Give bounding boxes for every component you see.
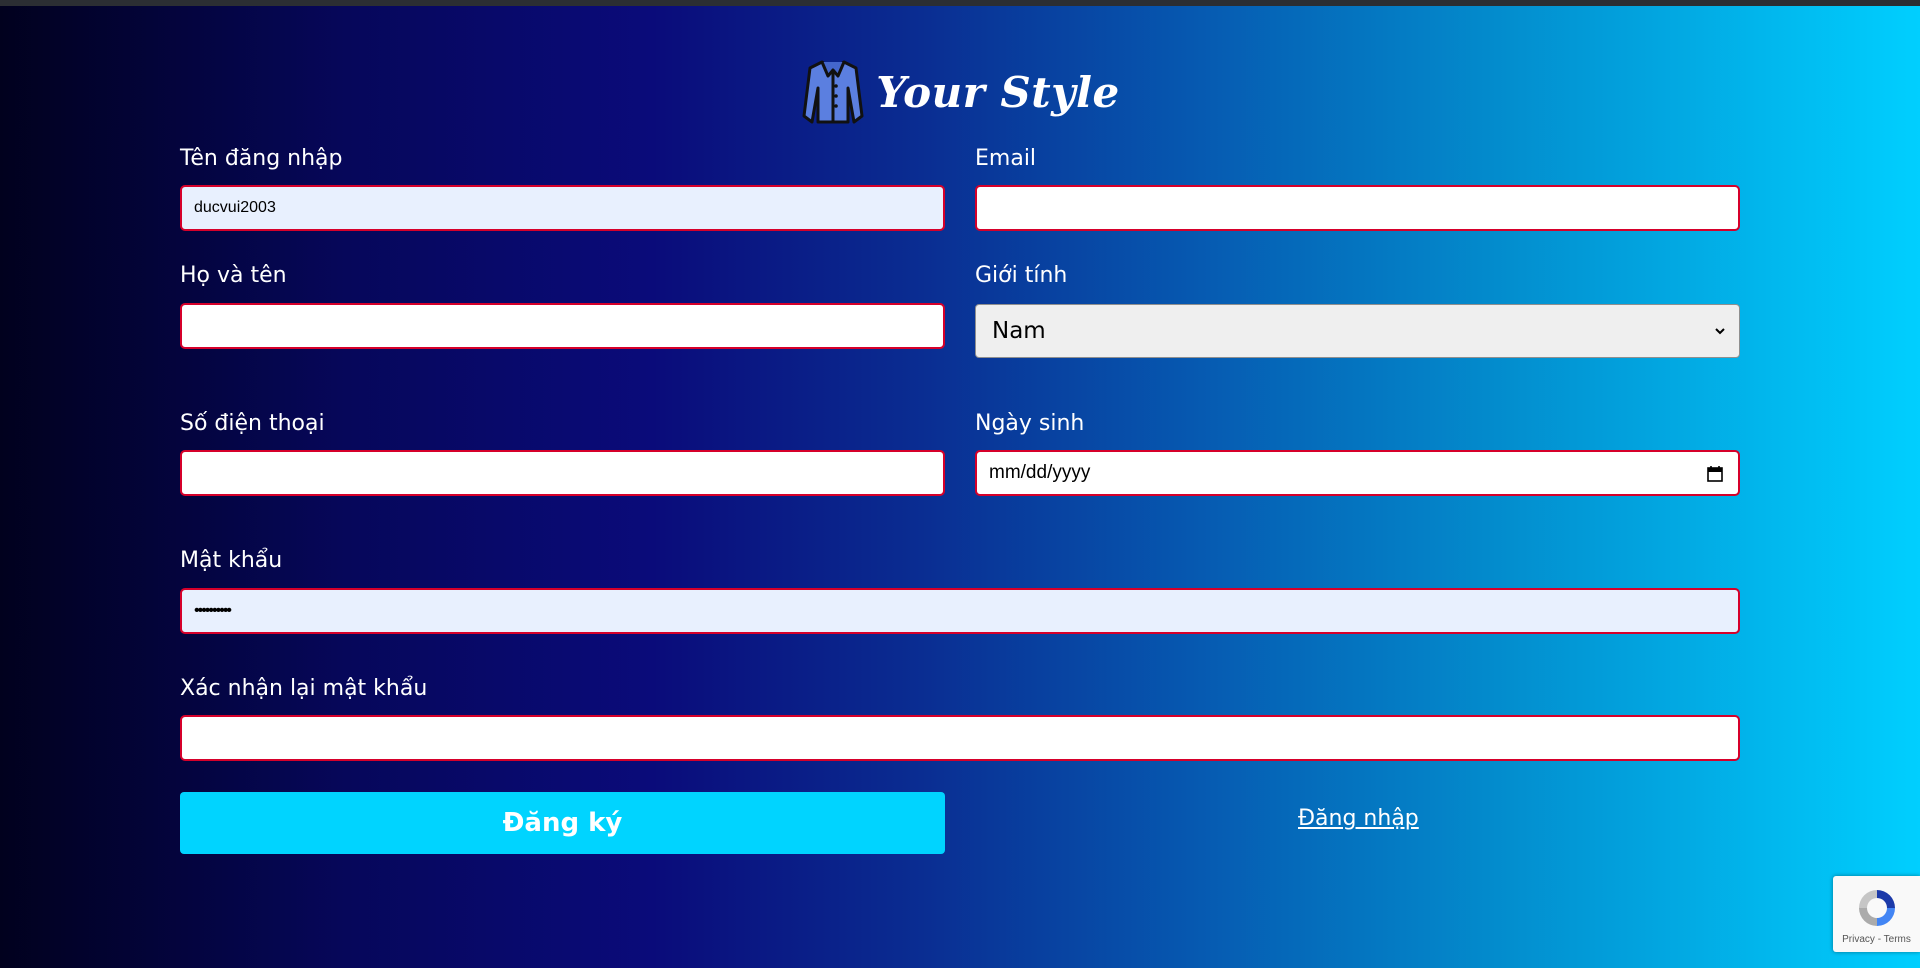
- phone-label: Số điện thoại: [180, 411, 325, 436]
- calendar-icon[interactable]: [1706, 465, 1724, 483]
- birthday-label: Ngày sinh: [975, 411, 1085, 436]
- brand-title: Your Style: [876, 67, 1120, 117]
- browser-top-strip: [0, 0, 1920, 6]
- confirm-password-label: Xác nhận lại mật khẩu: [180, 676, 428, 701]
- fullname-input[interactable]: [180, 303, 945, 349]
- jacket-icon: [802, 60, 864, 124]
- brand-header: Your Style: [0, 58, 1920, 126]
- username-label: Tên đăng nhập: [180, 146, 343, 171]
- password-input[interactable]: ••••••••••: [180, 588, 1740, 634]
- phone-input[interactable]: [180, 450, 945, 496]
- recaptcha-terms-link[interactable]: Terms: [1884, 934, 1911, 945]
- recaptcha-badge[interactable]: Privacy - Terms: [1833, 876, 1920, 952]
- login-link[interactable]: Đăng nhập: [1298, 806, 1419, 831]
- gender-label: Giới tính: [975, 263, 1068, 288]
- birthday-placeholder: mm/dd/yyyy: [989, 462, 1091, 483]
- recaptcha-privacy-link[interactable]: Privacy: [1842, 934, 1875, 945]
- chevron-down-icon: [1715, 328, 1725, 335]
- confirm-password-input[interactable]: [180, 715, 1740, 761]
- password-label: Mật khẩu: [180, 548, 283, 573]
- gender-selected-value: Nam: [992, 318, 1046, 344]
- register-button[interactable]: Đăng ký: [180, 792, 945, 854]
- fullname-label: Họ và tên: [180, 263, 287, 288]
- recaptcha-icon: [1858, 890, 1895, 926]
- recaptcha-links: Privacy - Terms: [1842, 934, 1911, 945]
- email-label: Email: [975, 146, 1037, 171]
- recaptcha-separator: -: [1877, 934, 1882, 945]
- gender-select[interactable]: Nam: [975, 304, 1740, 358]
- email-input[interactable]: [975, 185, 1740, 231]
- birthday-input[interactable]: mm/dd/yyyy: [975, 450, 1740, 496]
- username-input[interactable]: ducvui2003: [180, 185, 945, 231]
